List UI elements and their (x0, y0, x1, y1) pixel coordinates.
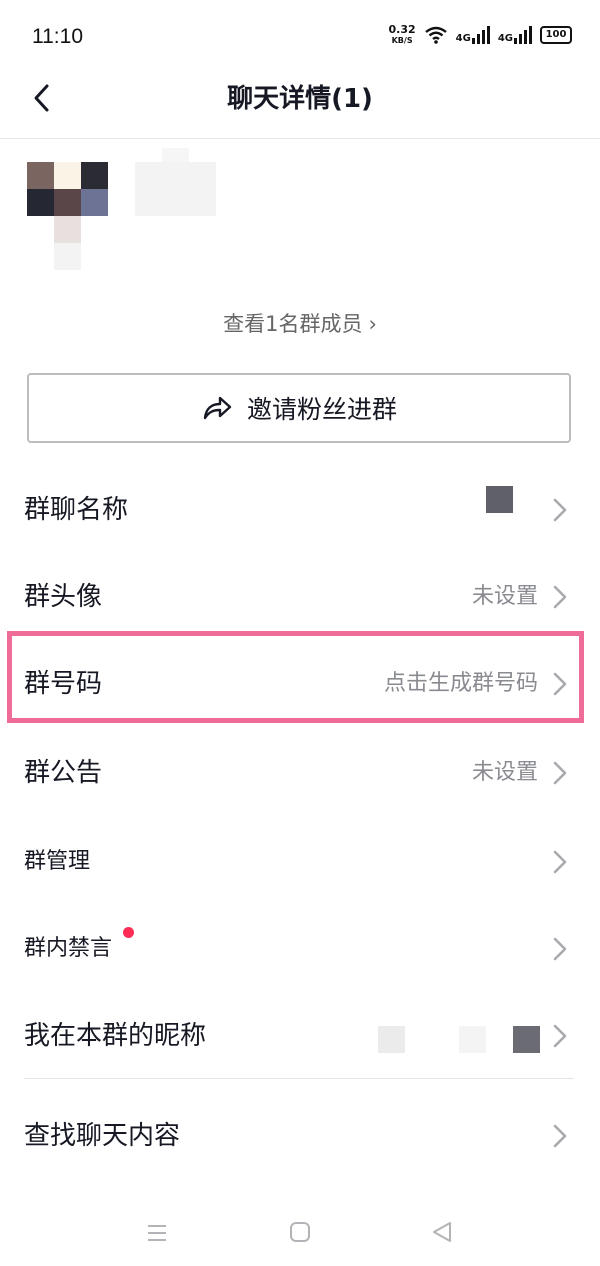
page-title: 聊天详情(1) (227, 84, 373, 114)
cellular-signal-2-icon: 4G (498, 26, 532, 44)
group-avatar-row[interactable]: 群头像 未设置 (0, 553, 600, 641)
my-nickname-row[interactable]: 我在本群的昵称 (0, 992, 600, 1080)
group-mute-row[interactable]: 群内禁言 (0, 905, 600, 993)
nav-bar: 聊天详情(1) (0, 72, 600, 139)
new-badge-dot (123, 927, 134, 938)
invite-fans-button[interactable]: 邀请粉丝进群 (27, 373, 571, 443)
group-name-row[interactable]: 群聊名称 (0, 466, 600, 554)
search-chat-row[interactable]: 查找聊天内容 (0, 1092, 600, 1180)
status-bar: 11:10 0.32 KB/S 4G 4G 100 (0, 0, 600, 72)
chevron-right-icon: › (368, 312, 377, 336)
chevron-right-icon (553, 761, 567, 785)
chevron-right-icon (553, 498, 567, 522)
highlight-box (7, 631, 584, 723)
menu-icon[interactable] (146, 1222, 168, 1244)
chevron-right-icon (553, 1124, 567, 1148)
chevron-right-icon (553, 585, 567, 609)
chevron-right-icon (553, 1024, 567, 1048)
status-icons: 0.32 KB/S 4G 4G 100 (389, 24, 572, 46)
section-divider (24, 1078, 574, 1079)
battery-icon: 100 (540, 26, 572, 44)
back-triangle-icon[interactable] (431, 1221, 453, 1243)
wifi-icon (424, 26, 447, 44)
chevron-right-icon (553, 850, 567, 874)
system-nav-bar (0, 1206, 600, 1266)
share-arrow-icon (203, 396, 232, 420)
announcement-row[interactable]: 群公告 未设置 (0, 729, 600, 817)
view-members-link[interactable]: 查看1名群成员 › (0, 308, 600, 338)
home-icon[interactable] (289, 1221, 311, 1243)
status-time: 11:10 (32, 25, 83, 48)
group-name-value-masked (486, 486, 513, 513)
group-management-row[interactable]: 群管理 (0, 818, 600, 906)
network-speed: 0.32 KB/S (388, 23, 416, 45)
cellular-signal-1-icon: 4G (456, 26, 490, 44)
chevron-right-icon (553, 937, 567, 961)
